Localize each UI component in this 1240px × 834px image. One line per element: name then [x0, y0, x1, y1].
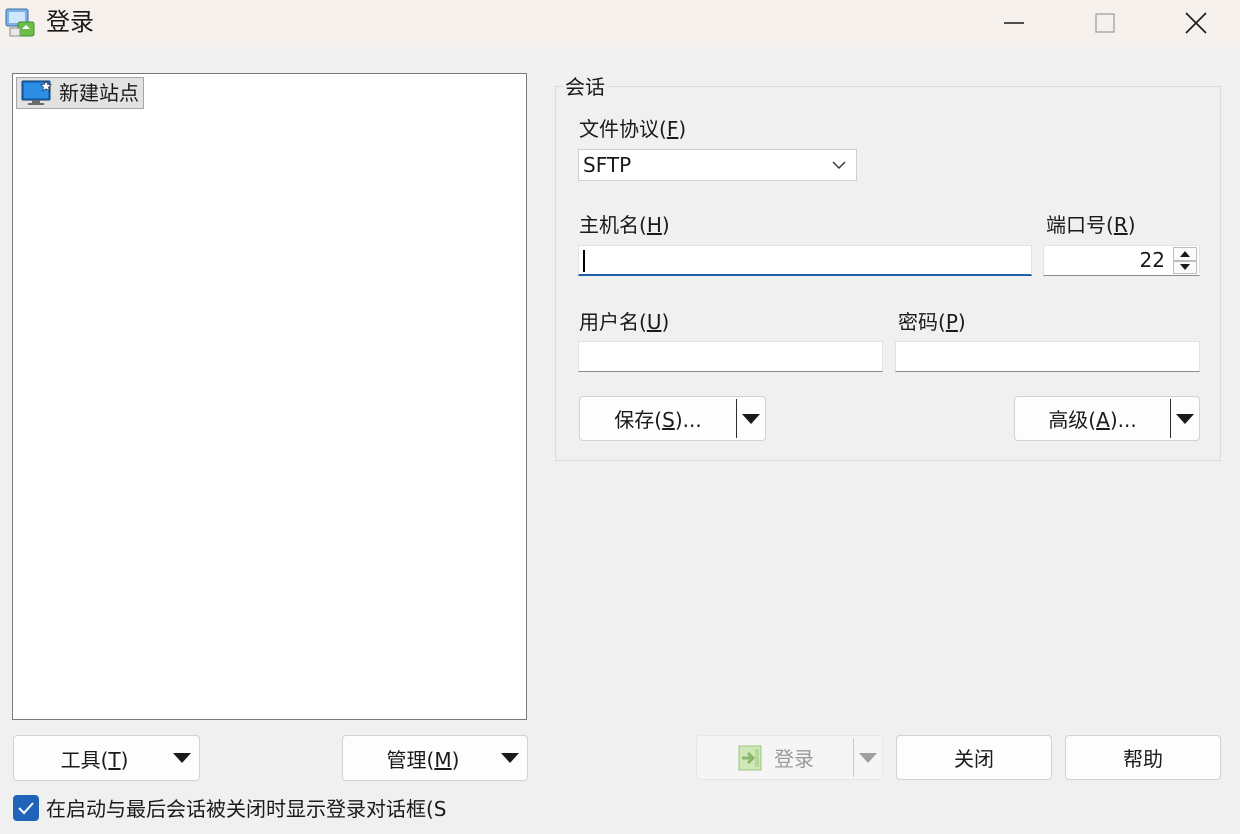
advanced-button-label: 高级(A)... — [1048, 408, 1137, 432]
tree-item-new-site[interactable]: 新建站点 — [16, 77, 144, 109]
session-group-title: 会话 — [563, 74, 607, 100]
password-input[interactable] — [895, 341, 1200, 372]
text-caret — [583, 250, 585, 272]
login-button-content: 登录 — [697, 743, 853, 772]
port-input[interactable]: 22 — [1043, 245, 1200, 276]
minimize-icon — [1004, 22, 1024, 24]
triangle-down-icon — [1180, 264, 1190, 271]
tree-item-label: 新建站点 — [59, 81, 139, 105]
login-icon — [738, 745, 762, 770]
help-button[interactable]: 帮助 — [1065, 735, 1221, 780]
protocol-value: SFTP — [583, 153, 632, 177]
tools-button-label: 工具(T) — [60, 747, 129, 772]
username-label: 用户名(U) — [579, 310, 670, 334]
site-tree[interactable]: 新建站点 — [12, 73, 527, 720]
save-button-label: 保存(S)... — [614, 408, 702, 432]
minimize-button[interactable] — [968, 0, 1060, 46]
protocol-label: 文件协议(F) — [579, 117, 687, 141]
help-button-label: 帮助 — [1123, 747, 1163, 771]
username-input[interactable] — [578, 341, 883, 372]
host-input[interactable] — [578, 245, 1032, 276]
maximize-icon — [1095, 13, 1115, 33]
password-label: 密码(P) — [898, 310, 966, 334]
triangle-down-icon — [501, 753, 519, 763]
triangle-down-icon — [173, 753, 191, 763]
maximize-button[interactable] — [1059, 0, 1151, 46]
login-dropdown-arrow[interactable] — [854, 752, 882, 763]
manage-button[interactable]: 管理(M) — [342, 735, 528, 781]
spin-down-button[interactable] — [1173, 260, 1197, 274]
startup-checkbox[interactable] — [13, 795, 39, 821]
window-title: 登录 — [46, 8, 94, 36]
port-label: 端口号(R) — [1046, 213, 1136, 237]
close-icon — [1185, 12, 1207, 34]
tools-button[interactable]: 工具(T) — [13, 735, 200, 781]
triangle-down-icon — [859, 752, 877, 763]
chevron-down-icon — [832, 161, 846, 169]
close-button[interactable]: 关闭 — [896, 735, 1052, 780]
new-site-monitor-icon — [21, 80, 52, 105]
save-button[interactable]: 保存(S)... — [579, 396, 766, 441]
triangle-down-icon — [742, 413, 760, 424]
spin-up-button[interactable] — [1173, 247, 1197, 261]
advanced-dropdown-arrow[interactable] — [1171, 413, 1199, 424]
winscp-login-icon — [4, 6, 38, 40]
tools-dropdown-arrow — [165, 753, 199, 763]
host-label: 主机名(H) — [579, 213, 670, 237]
checkmark-icon — [18, 802, 34, 815]
port-value: 22 — [1139, 248, 1165, 272]
startup-checkbox-label[interactable]: 在启动与最后会话被关闭时显示登录对话框(S — [46, 795, 460, 823]
triangle-down-icon — [1176, 413, 1194, 424]
manage-button-label: 管理(M) — [386, 747, 460, 772]
protocol-select[interactable]: SFTP — [578, 149, 857, 181]
login-button-label: 登录 — [774, 747, 814, 771]
login-button[interactable]: 登录 — [696, 735, 883, 780]
port-spinner[interactable] — [1173, 247, 1197, 274]
save-dropdown-arrow[interactable] — [737, 413, 765, 424]
advanced-button[interactable]: 高级(A)... — [1014, 396, 1200, 441]
close-window-button[interactable] — [1150, 0, 1240, 46]
triangle-up-icon — [1180, 250, 1190, 257]
close-button-label: 关闭 — [954, 747, 994, 771]
manage-dropdown-arrow — [493, 753, 527, 763]
